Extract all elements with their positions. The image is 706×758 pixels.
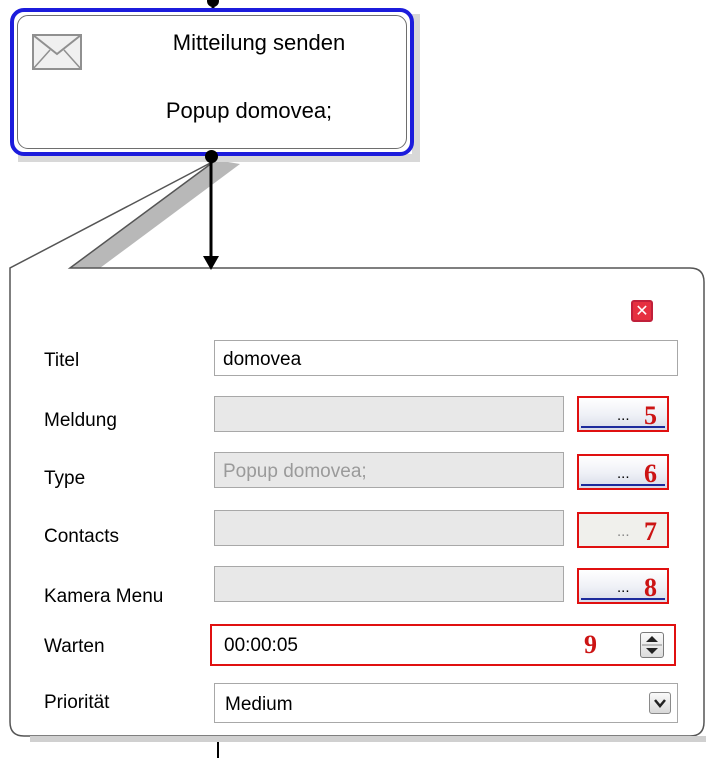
contacts-browse-button[interactable]: ... 7 [577, 512, 669, 548]
marker-7: 7 [644, 517, 657, 546]
connector-dot-top[interactable] [207, 0, 219, 7]
prioritaet-value: Medium [225, 694, 293, 715]
meldung-button-label: ... [617, 407, 630, 424]
meldung-label: Meldung [44, 410, 117, 431]
prioritaet-label: Priorität [44, 692, 110, 713]
warten-time-input[interactable]: 00:00:05 9 [210, 624, 676, 666]
kamera-menu-label: Kamera Menu [44, 586, 164, 607]
warten-value: 00:00:05 [224, 635, 298, 656]
contacts-input[interactable] [214, 510, 564, 546]
warten-label: Warten [44, 636, 105, 657]
titel-input[interactable]: domovea [214, 340, 678, 376]
dropdown-button[interactable] [649, 692, 671, 714]
close-button[interactable]: ✕ [631, 300, 653, 322]
spin-arrows-icon [642, 636, 662, 654]
type-label: Type [44, 468, 86, 489]
send-message-node[interactable]: Mitteilung senden Popup domovea; [10, 8, 414, 156]
time-spinner[interactable] [640, 632, 664, 658]
kamera-button-label: ... [617, 579, 630, 596]
contacts-label: Contacts [44, 526, 119, 547]
prioritaet-select[interactable]: Medium [214, 683, 678, 723]
kamera-menu-input[interactable] [214, 566, 564, 602]
marker-9: 9 [584, 630, 597, 659]
meldung-browse-button[interactable]: ... 5 [577, 396, 669, 432]
titel-label: Titel [44, 350, 80, 371]
button-focus-bar [581, 484, 665, 486]
close-icon: ✕ [635, 301, 649, 320]
envelope-icon [32, 34, 82, 70]
button-focus-bar [581, 598, 665, 600]
type-input[interactable]: Popup domovea; [214, 452, 564, 488]
meldung-input[interactable] [214, 396, 564, 432]
chevron-down-icon [654, 699, 666, 708]
kamera-browse-button[interactable]: ... 8 [577, 568, 669, 604]
type-browse-button[interactable]: ... 6 [577, 454, 669, 490]
contacts-button-label: ... [617, 523, 630, 540]
type-button-label: ... [617, 465, 630, 482]
node-subtitle: Popup domovea; [165, 98, 333, 123]
node-title: Mitteilung senden [172, 30, 346, 55]
button-focus-bar [581, 426, 665, 428]
connector-dot-bottom[interactable] [205, 150, 218, 163]
